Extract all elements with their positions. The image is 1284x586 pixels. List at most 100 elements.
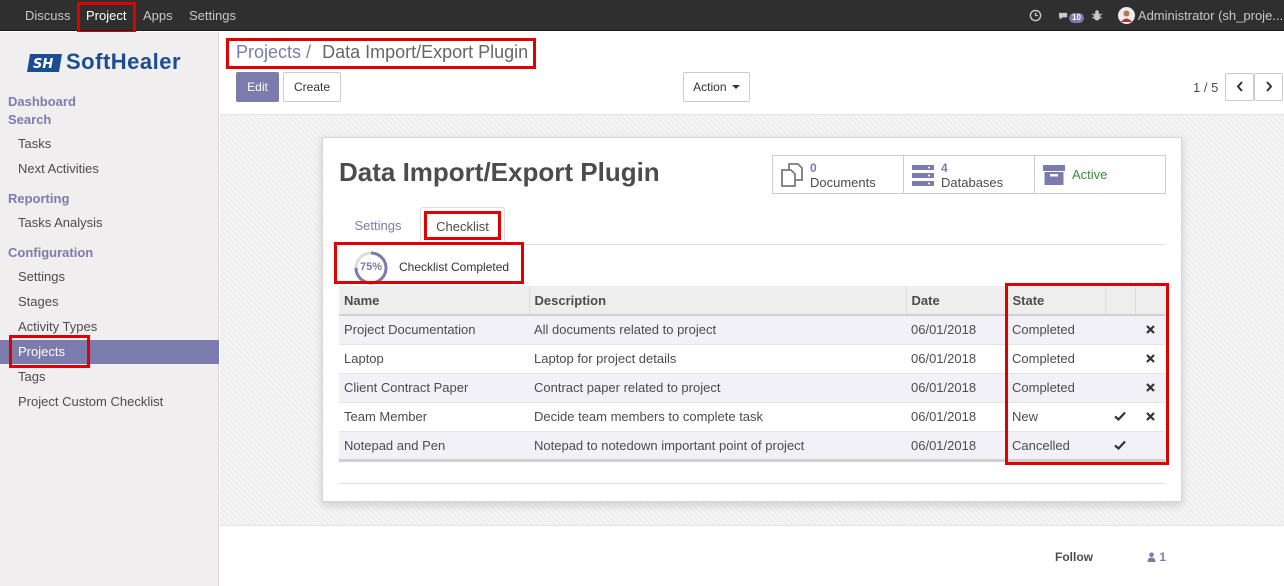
cell-description: Decide team members to complete task [529,402,906,432]
cell-date: 06/01/2018 [906,402,1007,432]
sidebar-item-projects[interactable]: Projects [18,344,65,359]
pager-value[interactable]: 1 / 5 [1193,80,1218,95]
cell-state: Completed [1007,344,1105,374]
chevron-left-icon [1236,81,1243,92]
menu-project[interactable]: Project [86,0,126,31]
sidebar-item-activity-types[interactable]: Activity Types [18,319,97,334]
breadcrumb: Projects / Data Import/Export Plugin [236,42,528,63]
top-navbar: Discuss Project Apps Settings 10 Adminis… [0,0,1284,31]
check-cell [1105,402,1135,432]
databases-stat-button[interactable]: 4 Databases [903,155,1035,194]
check-cell [1105,373,1135,403]
menu-apps[interactable]: Apps [143,0,173,31]
check-cell [1105,315,1135,345]
pager-next-button[interactable] [1254,73,1283,101]
table-row[interactable]: Laptop Laptop for project details 06/01/20… [339,344,1165,374]
bug-icon[interactable] [1091,0,1103,31]
breadcrumb-parent[interactable]: Projects [236,42,301,62]
cell-name: Laptop [339,344,529,374]
sidebar-item-tags[interactable]: Tags [18,369,45,384]
checklist-table: Name Description Date State Project Docu… [339,286,1165,462]
close-icon[interactable] [1145,380,1155,395]
databases-count: 4 [941,161,948,175]
record-title: Data Import/Export Plugin [339,157,660,187]
documents-stat-button[interactable]: 0 Documents [772,155,904,194]
column-header-remove [1135,286,1165,316]
close-icon[interactable] [1145,409,1155,424]
column-header-description[interactable]: Description [529,286,907,316]
cell-state: New [1007,402,1105,432]
active-toggle-button[interactable]: Active [1034,155,1166,194]
tab-settings[interactable]: Settings [339,207,417,244]
cell-description: Notepad to notedown important point of p… [529,431,906,462]
sidebar-item-project-custom-checklist[interactable]: Project Custom Checklist [18,394,163,409]
progress-text: Checklist Completed [399,260,510,274]
check-cell [1105,431,1135,462]
action-dropdown[interactable]: Action [683,72,750,102]
database-icon [912,165,934,186]
action-label: Action [693,80,727,94]
sidebar-item-next-activities[interactable]: Next Activities [18,161,99,176]
followers-button[interactable]: 1 [1147,550,1166,564]
followers-count: 1 [1159,550,1167,564]
tab-checklist[interactable]: Checklist [420,207,505,244]
cell-name: Team Member [339,402,529,432]
cell-description: Contract paper related to project [529,373,906,403]
column-header-date[interactable]: Date [906,286,1008,316]
cell-date: 06/01/2018 [906,344,1007,374]
breadcrumb-current: Data Import/Export Plugin [322,42,529,62]
check-icon[interactable] [1114,438,1126,453]
cell-description: Laptop for project details [529,344,906,374]
databases-label: Databases [941,175,1004,190]
sidebar-item-settings[interactable]: Settings [18,269,65,284]
sidebar-item-tasks[interactable]: Tasks [18,136,51,151]
cell-name: Project Documentation [339,315,529,345]
sheet-footer-line [339,483,1165,484]
follow-button[interactable]: Follow [1055,550,1093,564]
sidebar-section-reporting: Reporting [8,191,70,206]
sidebar-item-tasks-analysis[interactable]: Tasks Analysis [18,215,103,230]
sidebar-item-stages[interactable]: Stages [18,294,58,309]
table-header-row: Name Description Date State [339,286,1165,316]
table-row[interactable]: Notepad and Pen Notepad to notedown impor… [339,431,1165,462]
active-label: Active [1072,167,1108,182]
check-icon[interactable] [1114,409,1126,424]
create-button[interactable]: Create [283,72,341,102]
svg-text:SH: SH [33,57,53,72]
remove-cell [1135,402,1165,432]
column-header-check [1105,286,1136,316]
user-menu[interactable]: Administrator (sh_proje... [1118,0,1283,31]
tab-divider [339,244,1165,245]
check-cell [1105,344,1135,374]
close-icon[interactable] [1145,351,1155,366]
remove-cell [1135,344,1165,374]
table-row[interactable]: Project Documentation All documents relat… [339,315,1165,345]
caret-down-icon [731,85,740,89]
edit-button[interactable]: Edit [236,72,279,102]
breadcrumb-separator: / [306,42,312,62]
remove-cell [1135,431,1165,462]
table-row[interactable]: Team Member Decide team members to comple… [339,402,1165,432]
documents-icon [781,163,803,187]
menu-settings[interactable]: Settings [189,0,236,31]
chevron-right-icon [1265,81,1272,92]
pager-previous-button[interactable] [1225,73,1254,101]
messages-icon[interactable]: 10 [1058,0,1084,31]
cell-date: 06/01/2018 [906,315,1007,345]
clock-icon[interactable] [1029,0,1042,31]
close-icon[interactable] [1145,322,1155,337]
documents-count: 0 [810,161,817,175]
remove-cell [1135,373,1165,403]
remove-cell [1135,315,1165,345]
cell-name: Client Contract Paper [339,373,529,403]
menu-discuss[interactable]: Discuss [25,0,71,31]
sidebar-section-dashboard[interactable]: Dashboard [8,94,76,109]
cell-date: 06/01/2018 [906,373,1007,403]
documents-label: Documents [810,175,876,190]
table-row[interactable]: Client Contract Paper Contract paper rela… [339,373,1165,403]
progress-percent: 75% [360,261,383,273]
user-icon [1147,552,1156,562]
column-header-name[interactable]: Name [339,286,530,316]
cell-state: Cancelled [1007,431,1105,462]
column-header-state[interactable]: State [1007,286,1106,316]
